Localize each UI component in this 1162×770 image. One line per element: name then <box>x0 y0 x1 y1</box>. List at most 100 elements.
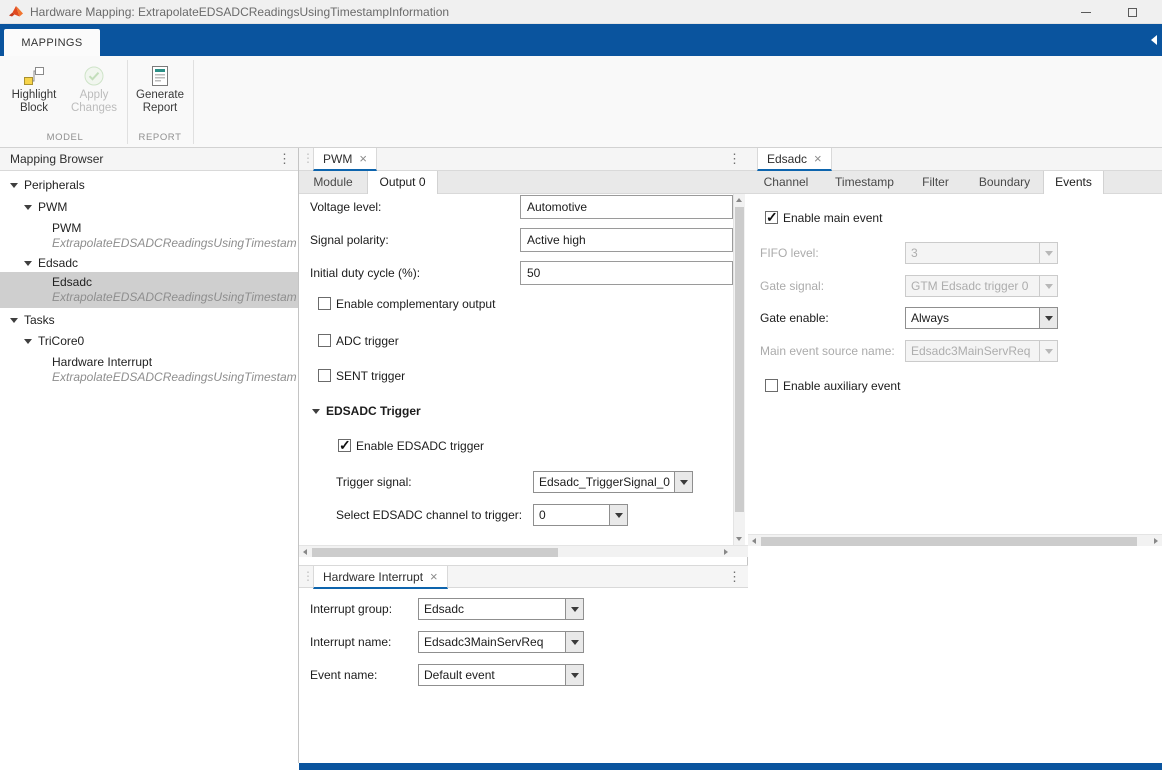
dropdown-button[interactable] <box>1039 276 1057 296</box>
generate-report-label-2: Report <box>142 102 178 114</box>
tab-edsadc[interactable]: Edsadc × <box>757 148 832 171</box>
expander-icon[interactable] <box>10 183 18 188</box>
fifo-level-dropdown[interactable]: 3 <box>905 242 1058 264</box>
tree-node-subtitle: ExtrapolateEDSADCReadingsUsingTimestam <box>52 236 297 250</box>
main-event-source-dropdown[interactable]: Edsadc3MainServReq <box>905 340 1058 362</box>
enable-complementary-checkbox[interactable] <box>318 297 331 310</box>
expander-icon[interactable] <box>10 318 18 323</box>
dropdown-button[interactable] <box>565 599 583 619</box>
tree-node-label: PWM <box>38 200 68 214</box>
pwm-tab-bar: ⋮ PWM × ⋮ <box>299 148 748 171</box>
scroll-left-arrow[interactable] <box>299 546 311 558</box>
scroll-up-arrow[interactable] <box>733 194 745 206</box>
maximize-button[interactable] <box>1110 0 1154 24</box>
dropdown-button[interactable] <box>1039 308 1057 328</box>
ribbon-collapse-button[interactable] <box>1146 24 1162 56</box>
tab-hardware-interrupt-label: Hardware Interrupt <box>323 569 424 584</box>
dropdown-button[interactable] <box>609 505 627 525</box>
generate-report-button[interactable]: Generate Report <box>132 63 188 115</box>
interrupt-name-dropdown[interactable]: Edsadc3MainServReq <box>418 631 584 653</box>
toolstrip: Highlight Block Apply Changes Generate R… <box>0 56 1162 148</box>
highlight-block-label-1: Highlight <box>11 89 57 101</box>
pwm-vertical-scrollbar[interactable] <box>733 194 745 545</box>
expander-icon[interactable] <box>24 205 32 210</box>
subtab-channel[interactable]: Channel <box>748 171 824 194</box>
dropdown-button[interactable] <box>1039 341 1057 361</box>
tab-mappings[interactable]: MAPPINGS <box>4 29 100 56</box>
scrollbar-thumb[interactable] <box>735 207 744 512</box>
tree-node-hardware-interrupt-item[interactable]: Hardware Interrupt ExtrapolateEDSADCRead… <box>0 352 298 387</box>
expander-icon[interactable] <box>24 261 32 266</box>
subtab-timestamp[interactable]: Timestamp <box>824 171 905 194</box>
interrupt-group-dropdown[interactable]: Edsadc <box>418 598 584 620</box>
tree-node-label: Edsadc <box>52 275 93 289</box>
tree-node-pwm-group[interactable]: PWM <box>0 197 298 218</box>
subtab-filter[interactable]: Filter <box>905 171 966 194</box>
edsadc-trigger-section-title: EDSADC Trigger <box>326 404 421 418</box>
apply-changes-button[interactable]: Apply Changes <box>66 63 122 115</box>
tab-hardware-interrupt[interactable]: Hardware Interrupt × <box>313 566 448 589</box>
enable-edsadc-trigger-checkbox[interactable] <box>338 437 351 454</box>
signal-polarity-label: Signal polarity: <box>310 233 389 247</box>
gate-signal-dropdown[interactable]: GTM Edsadc trigger 0 <box>905 275 1058 297</box>
adc-trigger-checkbox[interactable] <box>318 334 331 347</box>
edsadc-trigger-section-header[interactable]: EDSADC Trigger <box>312 404 421 418</box>
tree-node-edsadc-group[interactable]: Edsadc <box>0 253 298 274</box>
tree-node-peripherals[interactable]: Peripherals <box>0 175 298 196</box>
scroll-right-arrow[interactable] <box>720 546 732 558</box>
pwm-horizontal-scrollbar[interactable] <box>299 545 748 557</box>
close-icon[interactable]: × <box>359 152 367 165</box>
panel-menu-icon[interactable]: ⋮ <box>278 151 291 167</box>
panel-menu-icon[interactable]: ⋮ <box>728 151 741 167</box>
hardware-interrupt-tab-bar: ⋮ Hardware Interrupt × ⋮ <box>299 565 748 589</box>
dropdown-button[interactable] <box>565 632 583 652</box>
scrollbar-thumb[interactable] <box>761 537 1137 546</box>
interrupt-name-label: Interrupt name: <box>310 635 392 649</box>
enable-complementary-label: Enable complementary output <box>336 297 496 311</box>
tab-edsadc-label: Edsadc <box>767 151 808 166</box>
section-label-report: REPORT <box>138 132 182 143</box>
scroll-right-arrow[interactable] <box>1150 535 1162 547</box>
sent-trigger-checkbox[interactable] <box>318 369 331 382</box>
scrollbar-thumb[interactable] <box>312 548 558 557</box>
initial-duty-cycle-field[interactable]: 50 <box>520 261 733 285</box>
tree-node-pwm-item[interactable]: PWM ExtrapolateEDSADCReadingsUsingTimest… <box>0 218 298 253</box>
panel-menu-icon[interactable]: ⋮ <box>728 569 741 585</box>
edsadc-horizontal-scrollbar[interactable] <box>748 534 1162 546</box>
dropdown-button[interactable] <box>1039 243 1057 263</box>
tree-node-label: Edsadc <box>38 256 79 270</box>
tab-pwm[interactable]: PWM × <box>313 148 377 171</box>
tab-pwm-label: PWM <box>323 151 353 166</box>
tree-node-subtitle: ExtrapolateEDSADCReadingsUsingTimestam <box>52 370 297 384</box>
subtab-boundary[interactable]: Boundary <box>966 171 1043 194</box>
dropdown-button[interactable] <box>565 665 583 685</box>
expander-icon[interactable] <box>24 339 32 344</box>
signal-polarity-field[interactable]: Active high <box>520 228 733 252</box>
highlight-block-button[interactable]: Highlight Block <box>8 63 60 115</box>
enable-main-event-checkbox[interactable] <box>765 209 778 226</box>
scroll-down-arrow[interactable] <box>733 533 745 545</box>
scroll-left-arrow[interactable] <box>748 535 760 547</box>
tree-node-tricore0[interactable]: TriCore0 <box>0 331 298 352</box>
main-event-source-label: Main event source name: <box>760 344 895 358</box>
hardware-interrupt-form: Interrupt group: Edsadc Interrupt name: … <box>299 588 748 763</box>
enable-aux-event-checkbox[interactable] <box>765 379 778 392</box>
subtab-events[interactable]: Events <box>1043 171 1104 194</box>
tree-node-tasks[interactable]: Tasks <box>0 310 298 331</box>
trigger-signal-dropdown[interactable]: Edsadc_TriggerSignal_0 <box>533 471 693 493</box>
edsadc-channel-dropdown[interactable]: 0 <box>533 504 628 526</box>
minimize-button[interactable] <box>1064 0 1108 24</box>
gate-enable-dropdown[interactable]: Always <box>905 307 1058 329</box>
voltage-level-field[interactable]: Automotive <box>520 195 733 219</box>
subtab-module[interactable]: Module <box>299 171 367 194</box>
subtab-output0[interactable]: Output 0 <box>367 171 438 194</box>
main-event-source-value: Edsadc3MainServReq <box>911 344 1031 358</box>
close-icon[interactable]: × <box>814 152 822 165</box>
minimize-icon <box>1081 11 1091 13</box>
tree-node-edsadc-item[interactable]: Edsadc ExtrapolateEDSADCReadingsUsingTim… <box>0 272 298 308</box>
close-icon[interactable]: × <box>430 570 438 583</box>
edsadc-subtab-bar: Channel Timestamp Filter Boundary Events <box>748 171 1162 194</box>
dropdown-button[interactable] <box>674 472 692 492</box>
event-name-dropdown[interactable]: Default event <box>418 664 584 686</box>
hardware-mapping-window: Hardware Mapping: ExtrapolateEDSADCReadi… <box>0 0 1162 770</box>
